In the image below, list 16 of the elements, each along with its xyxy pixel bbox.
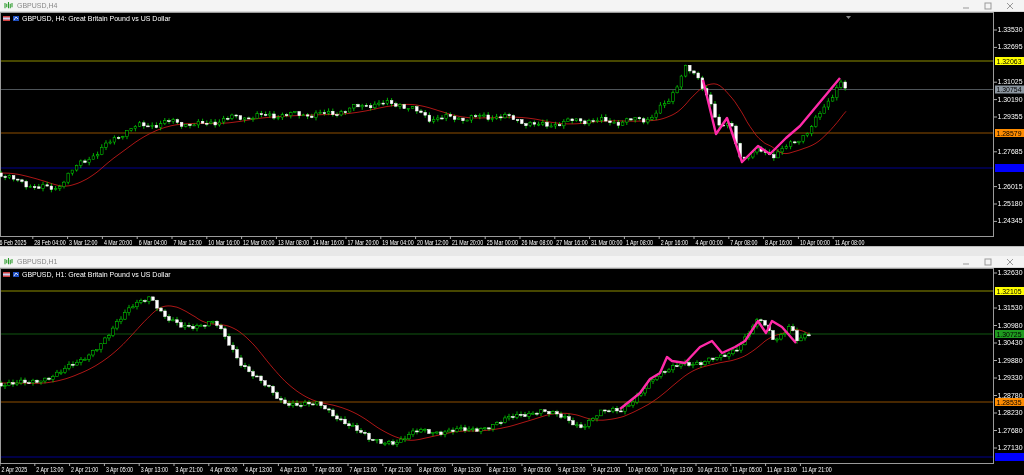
chart-type-icon	[13, 16, 19, 21]
chart-icon	[4, 2, 13, 9]
triangle-icon[interactable]	[846, 16, 851, 19]
chart-type-icon	[13, 272, 19, 277]
price-level-line[interactable]	[0, 132, 994, 134]
price-level-line[interactable]	[0, 333, 994, 335]
close-icon[interactable]	[1006, 257, 1014, 266]
price-level-line[interactable]	[0, 401, 994, 403]
symbol-flag-icon	[3, 16, 10, 21]
maximize-icon[interactable]	[984, 257, 992, 266]
close-icon[interactable]	[1006, 1, 1014, 10]
price-tag	[995, 453, 1024, 461]
chart-icon	[4, 258, 13, 265]
maximize-icon[interactable]	[984, 1, 992, 10]
price-tag	[995, 164, 1024, 172]
symbol-flag-icon	[3, 272, 10, 277]
